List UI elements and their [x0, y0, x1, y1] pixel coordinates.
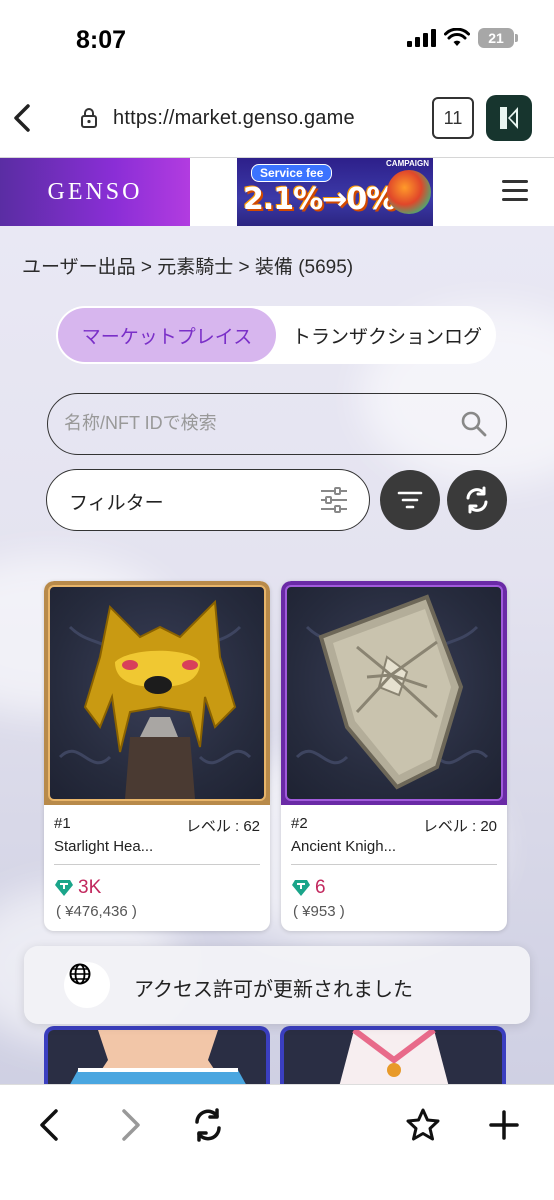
star-icon[interactable]	[405, 1107, 441, 1143]
browser-bottom-toolbar	[0, 1084, 554, 1200]
genso-logo[interactable]: GENSO	[0, 158, 190, 226]
forward-nav-icon[interactable]	[112, 1107, 148, 1143]
lock-icon	[81, 108, 97, 128]
wallet-logo-icon	[500, 107, 518, 129]
reload-icon[interactable]	[190, 1107, 226, 1143]
status-icons: 21	[407, 28, 518, 48]
toast-icon-wrap	[64, 962, 110, 1008]
battery-icon: 21	[478, 28, 518, 48]
nft-card-2[interactable]: #2 レベル : 20 Ancient Knigh... 6 ( ¥953 )	[281, 581, 507, 931]
nft-card-1[interactable]: #1 レベル : 62 Starlight Hea... 3K ( ¥476,4…	[44, 581, 270, 931]
filter-dropdown[interactable]: フィルター	[46, 469, 370, 531]
logo-text: GENSO	[47, 178, 143, 205]
golden-helmet-image	[58, 599, 252, 799]
search-box	[47, 393, 507, 455]
wifi-icon	[444, 28, 470, 46]
banner-service-fee: Service fee	[251, 164, 333, 182]
item-image-helmet	[48, 585, 266, 801]
ancient-shield-image	[295, 594, 489, 790]
breadcrumb[interactable]: ユーザー出品 > 元素騎士 > 装備 (5695)	[22, 252, 353, 279]
tab-switcher: マーケットプレイス トランザクションログ	[56, 306, 496, 364]
card-level: レベル : 62	[185, 818, 260, 835]
status-bar: 8:07 21	[0, 0, 554, 80]
refresh-icon	[466, 486, 488, 514]
refresh-button[interactable]	[447, 470, 507, 530]
card-number: #1	[54, 815, 71, 832]
url-text[interactable]: https://market.genso.game	[113, 107, 355, 130]
card-price: 6	[291, 877, 326, 899]
tab-marketplace[interactable]: マーケットプレイス	[58, 308, 276, 362]
card-divider	[291, 864, 497, 865]
globe-icon	[69, 963, 91, 985]
banner-headline: 2.1%→0%	[243, 182, 396, 217]
gem-icon	[55, 880, 73, 896]
wallet-extension-button[interactable]	[486, 95, 532, 141]
card-number: #2	[291, 815, 308, 832]
card-level: レベル : 20	[422, 818, 497, 835]
sort-icon	[397, 491, 423, 509]
item-image-shield	[285, 585, 503, 801]
card-image-frame	[44, 581, 270, 805]
gem-icon	[292, 880, 310, 896]
add-tab-icon[interactable]	[486, 1107, 522, 1143]
banner-campaign-label: CAMPAIGN	[386, 159, 429, 168]
card-price: 3K	[54, 877, 101, 899]
campaign-banner[interactable]: CAMPAIGN Service fee 2.1%→0%	[237, 158, 433, 226]
card-item-name: Starlight Hea...	[54, 838, 154, 855]
card-yen-price: ( ¥476,436 )	[56, 903, 137, 920]
filter-label: フィルター	[69, 493, 164, 514]
card-yen-price: ( ¥953 )	[293, 903, 345, 920]
toast-message: アクセス許可が更新されました	[134, 979, 413, 1001]
sort-button[interactable]	[380, 470, 440, 530]
card-image-frame	[281, 581, 507, 805]
item-image-skirt	[48, 1030, 266, 1084]
tabs-count-button[interactable]: 11	[432, 97, 474, 139]
back-nav-icon[interactable]	[32, 1107, 68, 1143]
cellular-signal-icon	[407, 29, 436, 47]
item-image-sailor	[284, 1027, 502, 1084]
tab-transaction-log[interactable]: トランザクションログ	[282, 308, 492, 362]
site-header: GENSO CAMPAIGN Service fee 2.1%→0%	[0, 158, 554, 226]
card-price-value: 3K	[78, 877, 102, 898]
sliders-icon	[321, 487, 347, 513]
nft-card-4[interactable]	[280, 1026, 506, 1084]
permission-toast: アクセス許可が更新されました	[24, 946, 530, 1024]
banner-mascot-icon	[387, 170, 431, 214]
hamburger-menu-icon[interactable]	[502, 180, 528, 202]
nft-card-3[interactable]	[44, 1026, 270, 1084]
search-input[interactable]	[64, 394, 444, 453]
browser-url-bar: https://market.genso.game 11	[0, 80, 554, 158]
browser-back-icon[interactable]	[10, 100, 34, 136]
status-time: 8:07	[76, 26, 127, 54]
card-price-value: 6	[315, 877, 326, 898]
search-icon[interactable]	[460, 410, 488, 438]
card-divider	[54, 864, 260, 865]
card-item-name: Ancient Knigh...	[291, 838, 397, 855]
